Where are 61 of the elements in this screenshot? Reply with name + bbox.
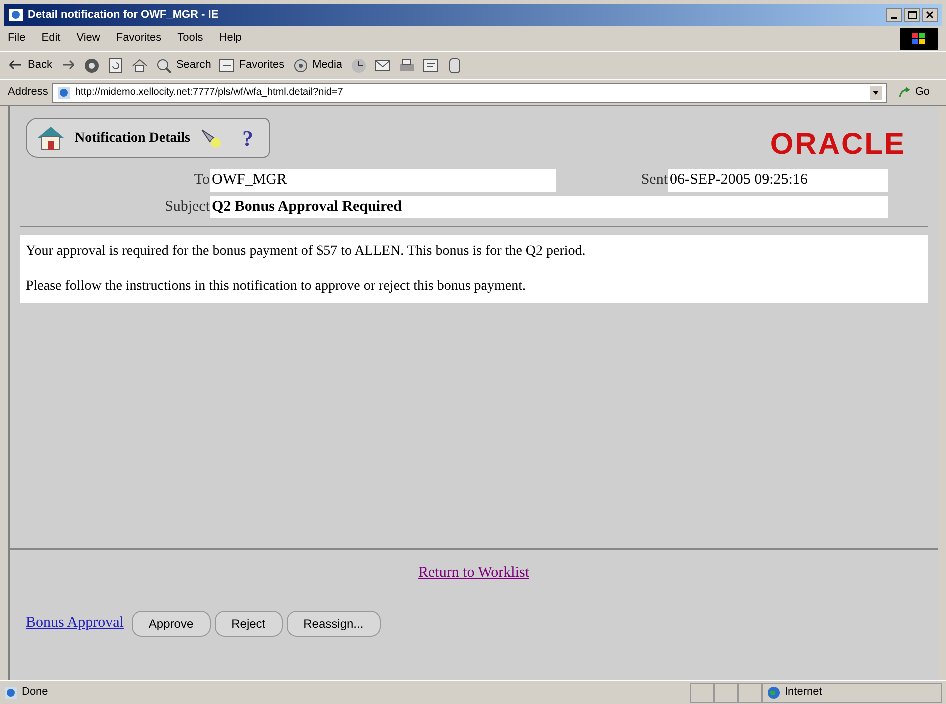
history-button[interactable]	[350, 58, 367, 74]
edit-button[interactable]	[422, 58, 439, 74]
maximize-button[interactable]	[904, 8, 920, 22]
field-value: 06-SEP-2005 09:25:16	[668, 169, 888, 192]
action-button[interactable]: Approve	[132, 610, 211, 636]
status-text: Done	[22, 685, 48, 700]
minimize-button[interactable]	[886, 8, 902, 22]
home-icon	[132, 58, 148, 74]
home-button[interactable]	[132, 58, 148, 74]
message-text: Please follow the instructions in this notification to approve or reject this bonus payment.	[26, 278, 528, 296]
back-button[interactable]: Back	[8, 57, 52, 74]
close-icon	[926, 11, 934, 19]
globe-icon	[767, 686, 781, 700]
go-button[interactable]: Go	[891, 84, 938, 101]
maximize-icon	[908, 11, 916, 19]
return-link[interactable]: Return to Worklist	[418, 562, 530, 584]
status-pane	[690, 682, 714, 702]
edit-icon	[422, 58, 439, 74]
refresh-icon	[108, 58, 124, 74]
stop-button[interactable]	[84, 58, 100, 74]
message-text: Your approval is required for the bonus payment of $57 to ALLEN. This bonus is for the Q2 period.	[26, 243, 587, 261]
field-label: Sent	[640, 171, 668, 190]
media-button[interactable]: Media	[292, 57, 343, 74]
favorites-button[interactable]: Favorites	[219, 57, 285, 74]
status-pane	[714, 682, 738, 702]
page-icon	[4, 686, 18, 700]
refresh-button[interactable]	[108, 58, 124, 74]
menu-item[interactable]: File	[8, 30, 26, 47]
address-field[interactable]: http://midemo.xellocity.net:7777/pls/wf/wfa_html.detail?nid=7	[52, 82, 888, 102]
go-arrow-icon	[899, 86, 912, 98]
field-value: Q2 Bonus Approval Required	[210, 196, 888, 218]
zone-text: Internet	[785, 685, 822, 700]
search-button[interactable]: Search	[156, 57, 212, 74]
field-label: Subject	[164, 198, 210, 216]
menu-item[interactable]: Help	[219, 30, 242, 47]
mail-button[interactable]	[374, 58, 391, 74]
browser-icon	[8, 7, 24, 23]
close-button[interactable]	[922, 8, 938, 22]
page-icon	[57, 86, 72, 100]
action-button[interactable]: Reject	[214, 610, 283, 636]
window-title: Detail notification for OWF_MGR - IE	[28, 8, 219, 23]
history-icon	[350, 58, 367, 74]
menu-item[interactable]: Favorites	[116, 30, 162, 47]
address-label: Address	[8, 85, 48, 100]
windows-logo-icon	[900, 28, 938, 50]
bonus-approval-link[interactable]: Bonus Approval	[26, 612, 124, 635]
minimize-icon	[891, 17, 897, 19]
print-button[interactable]	[398, 58, 415, 74]
mail-icon	[374, 58, 391, 74]
menu-item[interactable]: Tools	[178, 30, 204, 47]
print-icon	[398, 58, 415, 74]
field-value: OWF_MGR	[210, 169, 556, 192]
header-title: Notification Details	[75, 130, 190, 148]
oracle-logo: ORACLE	[770, 127, 906, 163]
stop-icon	[84, 58, 100, 74]
help-icon[interactable]: ?	[234, 122, 262, 154]
action-button[interactable]: Reassign...	[286, 610, 381, 636]
menu-item[interactable]: View	[76, 30, 100, 47]
search-icon	[156, 58, 172, 74]
menu-item[interactable]: Edit	[42, 30, 61, 47]
field-label: To	[193, 171, 210, 190]
